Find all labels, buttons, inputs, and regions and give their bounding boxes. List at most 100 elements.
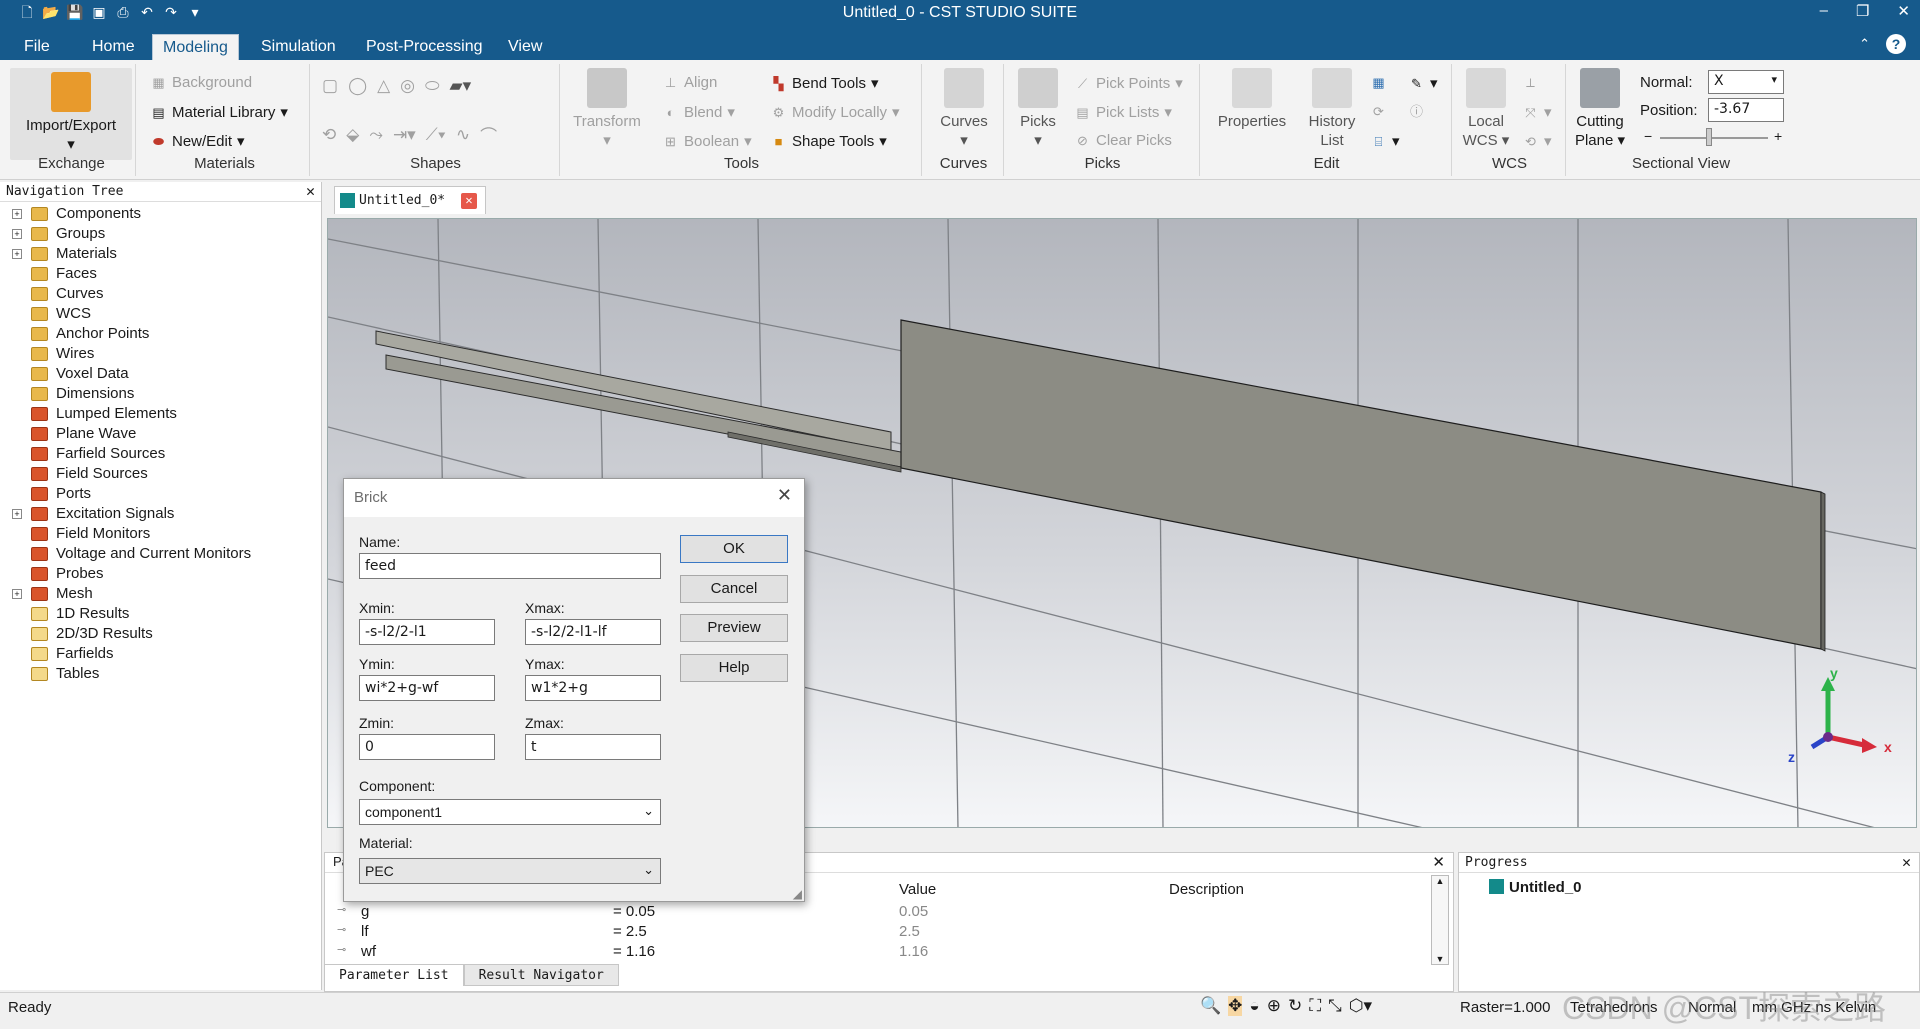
table-row[interactable]: ⊸ g = 0.05 0.05: [325, 903, 1453, 923]
tab-post-processing[interactable]: Post-Processing: [356, 34, 493, 60]
progress-item[interactable]: Untitled_0: [1489, 879, 1582, 896]
background-button[interactable]: ▦ Background: [150, 74, 252, 91]
document-tab[interactable]: Untitled_0* ✕: [334, 186, 486, 214]
tree-item-components[interactable]: + Components: [0, 204, 321, 224]
tree-item-groups[interactable]: + Groups: [0, 224, 321, 244]
wcs-rotate-button[interactable]: ⟲ ▾: [1522, 132, 1551, 150]
tree-item-voxel-data[interactable]: Voxel Data: [0, 364, 321, 384]
tree-item-tables[interactable]: Tables: [0, 664, 321, 684]
slider-thumb[interactable]: [1706, 128, 1712, 146]
annotation-button[interactable]: ✎ ▾: [1408, 74, 1437, 92]
tab-view[interactable]: View: [498, 34, 552, 60]
cylinder-icon[interactable]: ⬭: [425, 76, 440, 96]
ymax-field[interactable]: w1*2+g: [525, 675, 661, 701]
component-select[interactable]: component1 ⌄: [359, 799, 661, 825]
bend-tools-button[interactable]: ▚ Bend Tools ▾: [770, 74, 879, 93]
tab-file[interactable]: File: [14, 34, 60, 60]
cone-icon[interactable]: △: [377, 76, 390, 96]
expand-icon[interactable]: +: [12, 249, 22, 259]
tab-simulation[interactable]: Simulation: [251, 34, 346, 60]
zoom-icon[interactable]: 🔍: [1200, 996, 1221, 1016]
torus-icon[interactable]: ◎: [400, 76, 415, 96]
local-wcs-button[interactable]: Local WCS ▾: [1458, 68, 1514, 150]
collapse-ribbon-icon[interactable]: ⌃: [1859, 36, 1870, 52]
zmin-field[interactable]: 0: [359, 734, 495, 760]
loft-icon[interactable]: ⬙: [346, 125, 359, 145]
transform-button[interactable]: Transform ▾: [572, 68, 642, 150]
ok-button[interactable]: OK: [680, 535, 788, 563]
pan-icon[interactable]: ✥: [1228, 996, 1243, 1016]
rotate-icon[interactable]: ⟲: [322, 125, 336, 145]
wcs-move-button[interactable]: ⤧ ▾: [1522, 103, 1551, 121]
trace-icon[interactable]: ⇥▾: [393, 125, 416, 145]
tree-item-wires[interactable]: Wires: [0, 344, 321, 364]
curves-button[interactable]: Curves ▾: [930, 68, 998, 150]
view-cube-icon[interactable]: ⬡▾: [1349, 996, 1372, 1016]
zmax-field[interactable]: t: [525, 734, 661, 760]
normal-select[interactable]: X ▾: [1708, 70, 1784, 94]
tree-item-faces[interactable]: Faces: [0, 264, 321, 284]
slider-minus[interactable]: −: [1644, 128, 1652, 144]
material-library-button[interactable]: ▤ Material Library ▾: [150, 103, 288, 122]
table-row[interactable]: ⊸ lf = 2.5 2.5: [325, 923, 1453, 943]
properties-button[interactable]: Properties: [1212, 68, 1292, 131]
column-description[interactable]: Description: [1169, 881, 1244, 898]
ymin-field[interactable]: wi*2+g-wf: [359, 675, 495, 701]
new-edit-button[interactable]: ⬬ New/Edit ▾: [150, 132, 245, 151]
clear-picks-button[interactable]: ⊘ Clear Picks: [1074, 132, 1172, 149]
tree-item-probes[interactable]: Probes: [0, 564, 321, 584]
xmin-field[interactable]: -s-l2/2-l1: [359, 619, 495, 645]
patch-plate[interactable]: [900, 319, 1822, 650]
tree-item-materials[interactable]: + Materials: [0, 244, 321, 264]
close-icon[interactable]: ✕: [306, 182, 315, 200]
tree-item-lumped-elements[interactable]: Lumped Elements: [0, 404, 321, 424]
close-tab-icon[interactable]: ✕: [461, 193, 477, 209]
tree-item-anchor-points[interactable]: Anchor Points: [0, 324, 321, 344]
column-value[interactable]: Value: [899, 881, 936, 898]
import-export-button[interactable]: Import/Export ▾: [10, 68, 132, 160]
align-button[interactable]: ⊥ Align: [662, 74, 718, 91]
boolean-button[interactable]: ⊞ Boolean ▾: [662, 132, 752, 151]
rotate-view-icon[interactable]: ◒: [1249, 996, 1259, 1016]
position-field[interactable]: -3.67: [1708, 98, 1784, 122]
sweep-icon[interactable]: ⤳: [369, 125, 383, 145]
tree-item-wcs[interactable]: WCS: [0, 304, 321, 324]
shape-tools-button[interactable]: ■ Shape Tools ▾: [770, 132, 887, 151]
tree-item-ports[interactable]: Ports: [0, 484, 321, 504]
extrude-icon[interactable]: ▰▾: [450, 76, 472, 96]
help-icon[interactable]: ?: [1886, 34, 1906, 54]
modify-locally-button[interactable]: ⚙ Modify Locally ▾: [770, 103, 900, 122]
expand-icon[interactable]: +: [12, 229, 22, 239]
close-icon[interactable]: ✕: [1902, 853, 1911, 871]
zoom-in-icon[interactable]: ⊕: [1267, 996, 1281, 1016]
macro-button[interactable]: ⌸ ▾: [1370, 132, 1400, 150]
parametric-button[interactable]: ⟳: [1370, 103, 1387, 120]
material-select[interactable]: PEC ⌄: [359, 858, 661, 884]
preview-button[interactable]: Preview: [680, 614, 788, 642]
wire-icon[interactable]: ⟋▾: [426, 125, 446, 145]
tree-item-field-sources[interactable]: Field Sources: [0, 464, 321, 484]
spin-icon[interactable]: ↻: [1288, 996, 1302, 1016]
spline-icon[interactable]: ∿: [456, 125, 470, 145]
close-icon[interactable]: ✕: [1897, 2, 1910, 20]
cancel-button[interactable]: Cancel: [680, 575, 788, 603]
tree-item-2d3d-results[interactable]: 2D/3D Results: [0, 624, 321, 644]
help-button[interactable]: Help: [680, 654, 788, 682]
tree-item-dimensions[interactable]: Dimensions: [0, 384, 321, 404]
tab-home[interactable]: Home: [82, 34, 145, 60]
tab-modeling[interactable]: Modeling: [152, 34, 239, 60]
brick-icon[interactable]: ▢: [322, 76, 338, 96]
resize-grip-icon[interactable]: ◢: [793, 887, 802, 901]
expand-icon[interactable]: +: [12, 589, 22, 599]
bond-icon[interactable]: ⌒: [480, 122, 497, 147]
calculator-button[interactable]: ▦: [1370, 74, 1387, 91]
cutting-plane-button[interactable]: Cutting Plane ▾: [1572, 68, 1628, 150]
tree-item-plane-wave[interactable]: Plane Wave: [0, 424, 321, 444]
name-field[interactable]: feed: [359, 553, 661, 579]
tree-item-farfield-sources[interactable]: Farfield Sources: [0, 444, 321, 464]
close-icon[interactable]: ✕: [1432, 853, 1445, 871]
tree-item-1d-results[interactable]: 1D Results: [0, 604, 321, 624]
position-slider[interactable]: [1660, 137, 1768, 139]
tree-item-excitation-signals[interactable]: + Excitation Signals: [0, 504, 321, 524]
pick-points-button[interactable]: ⟋ Pick Points ▾: [1074, 74, 1183, 93]
